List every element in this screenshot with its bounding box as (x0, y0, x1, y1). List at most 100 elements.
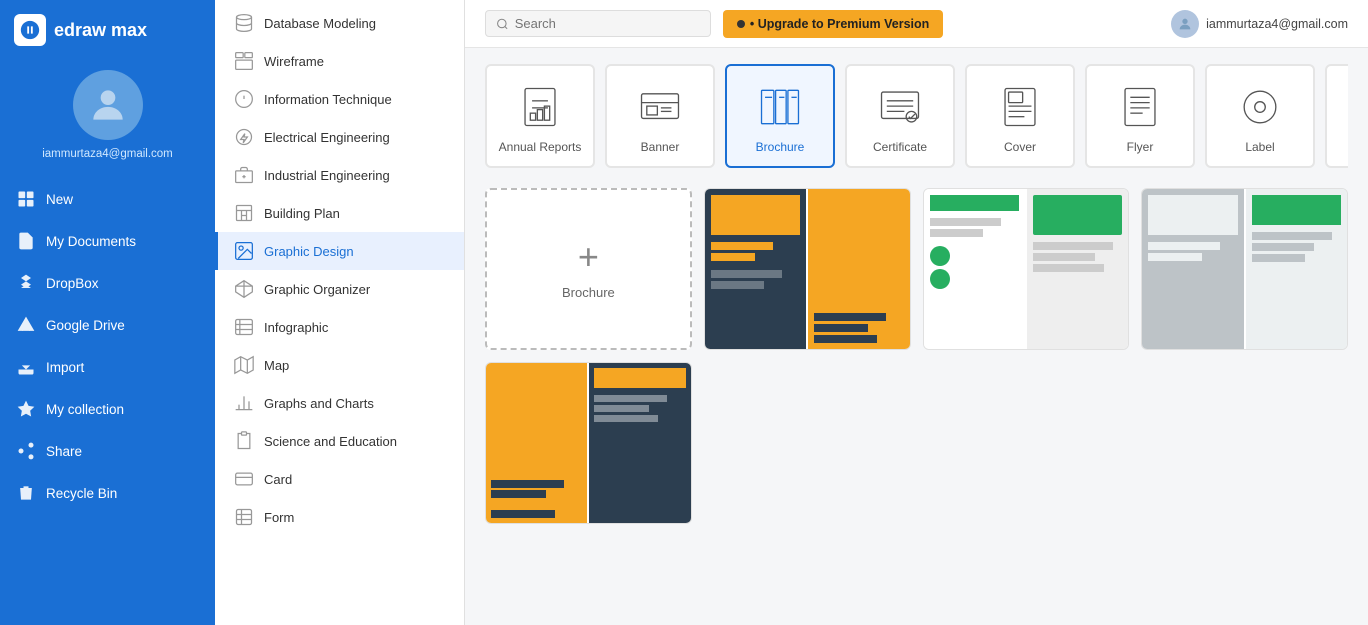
electrical-icon (234, 127, 254, 147)
cover-tile-label: Cover (1004, 140, 1036, 154)
middle-item-infographic[interactable]: Infographic (215, 308, 464, 346)
brochure-tile-label: Brochure (756, 140, 805, 154)
industrial-icon (234, 165, 254, 185)
category-tile-flyer[interactable]: Flyer (1085, 64, 1195, 168)
sidebar-item-my-documents-label: My Documents (46, 234, 136, 249)
app-logo: edraw max (0, 0, 215, 60)
middle-item-science-and-education-label: Science and Education (264, 434, 397, 449)
database-icon (234, 13, 254, 33)
middle-item-building-plan-label: Building Plan (264, 206, 340, 221)
template-card-2[interactable] (923, 188, 1130, 350)
template-card-1[interactable] (704, 188, 911, 350)
sidebar-item-import-label: Import (46, 360, 84, 375)
middle-item-graphic-design[interactable]: Graphic Design (215, 232, 464, 270)
sidebar-item-my-collection-label: My collection (46, 402, 124, 417)
upgrade-label: • Upgrade to Premium Version (750, 17, 929, 31)
template-card-3[interactable] (1141, 188, 1348, 350)
middle-item-graphic-organizer[interactable]: Graphic Organizer (215, 270, 464, 308)
info-technique-icon (234, 89, 254, 109)
category-tile-banner[interactable]: Banner (605, 64, 715, 168)
annual-reports-tile-icon (515, 82, 565, 132)
form-icon (234, 507, 254, 527)
flyer-tile-label: Flyer (1127, 140, 1154, 154)
certificate-tile-label: Certificate (873, 140, 927, 154)
category-tile-label[interactable]: Label (1205, 64, 1315, 168)
sidebar-email: iammurtaza4@gmail.com (42, 148, 173, 160)
content-area: Annual Reports Banner Brochure (465, 48, 1368, 625)
sidebar-item-recycle-bin[interactable]: Recycle Bin (0, 472, 215, 514)
sidebar-item-google-drive[interactable]: Google Drive (0, 304, 215, 346)
sidebar-item-import[interactable]: Import (0, 346, 215, 388)
middle-item-electrical-engineering[interactable]: Electrical Engineering (215, 118, 464, 156)
top-header: • Upgrade to Premium Version iammurtaza4… (465, 0, 1368, 48)
middle-item-card[interactable]: Card (215, 460, 464, 498)
category-tile-brochure[interactable]: Brochure (725, 64, 835, 168)
sidebar: edraw max iammurtaza4@gmail.com New My D… (0, 0, 215, 625)
sidebar-item-google-drive-label: Google Drive (46, 318, 125, 333)
sidebar-nav: New My Documents DropBox Google Drive Im… (0, 174, 215, 518)
graphic-design-icon (234, 241, 254, 261)
share-icon (16, 441, 36, 461)
dropbox-icon (16, 273, 36, 293)
sidebar-item-dropbox-label: DropBox (46, 276, 99, 291)
user-profile: iammurtaza4@gmail.com (0, 60, 215, 174)
category-tile-magazines[interactable]: Magazines (1325, 64, 1348, 168)
middle-item-map-label: Map (264, 358, 289, 373)
middle-item-database-modeling[interactable]: Database Modeling (215, 4, 464, 42)
middle-item-electrical-engineering-label: Electrical Engineering (264, 130, 390, 145)
flyer-tile-icon (1115, 82, 1165, 132)
user-avatar-small (1171, 10, 1199, 38)
middle-item-industrial-engineering[interactable]: Industrial Engineering (215, 156, 464, 194)
category-tile-cover[interactable]: Cover (965, 64, 1075, 168)
middle-item-graphic-design-label: Graphic Design (264, 244, 354, 259)
sidebar-item-my-documents[interactable]: My Documents (0, 220, 215, 262)
sidebar-item-my-collection[interactable]: My collection (0, 388, 215, 430)
middle-item-card-label: Card (264, 472, 292, 487)
recycle-icon (16, 483, 36, 503)
category-tile-certificate[interactable]: Certificate (845, 64, 955, 168)
charts-icon (234, 393, 254, 413)
category-list: Database Modeling Wireframe Information … (215, 0, 464, 540)
sidebar-item-share-label: Share (46, 444, 82, 459)
template-preview-2 (924, 189, 1129, 349)
brochure-tile-icon (755, 82, 805, 132)
search-bar[interactable] (485, 10, 711, 37)
card-icon (234, 469, 254, 489)
banner-tile-icon (635, 82, 685, 132)
sidebar-item-new[interactable]: New (0, 178, 215, 220)
middle-item-database-modeling-label: Database Modeling (264, 16, 376, 31)
middle-item-building-plan[interactable]: Building Plan (215, 194, 464, 232)
middle-item-wireframe-label: Wireframe (264, 54, 324, 69)
sidebar-item-share[interactable]: Share (0, 430, 215, 472)
middle-item-information-technique[interactable]: Information Technique (215, 80, 464, 118)
search-input[interactable] (515, 16, 700, 31)
template-preview-1 (705, 189, 910, 349)
search-icon (496, 17, 509, 31)
middle-item-information-technique-label: Information Technique (264, 92, 392, 107)
map-icon (234, 355, 254, 375)
graphic-organizer-icon (234, 279, 254, 299)
label-tile-label: Label (1245, 140, 1274, 154)
main-content: • Upgrade to Premium Version iammurtaza4… (465, 0, 1368, 625)
science-icon (234, 431, 254, 451)
middle-item-form[interactable]: Form (215, 498, 464, 536)
new-brochure-card[interactable]: + Brochure (485, 188, 692, 350)
sidebar-item-dropbox[interactable]: DropBox (0, 262, 215, 304)
category-tile-annual-reports[interactable]: Annual Reports (485, 64, 595, 168)
template-preview-3 (1142, 189, 1347, 349)
middle-item-graphs-and-charts[interactable]: Graphs and Charts (215, 384, 464, 422)
middle-item-map[interactable]: Map (215, 346, 464, 384)
upgrade-button[interactable]: • Upgrade to Premium Version (723, 10, 943, 38)
wireframe-icon (234, 51, 254, 71)
new-plus-icon: + (578, 239, 599, 275)
label-tile-icon (1235, 82, 1285, 132)
middle-panel: Database Modeling Wireframe Information … (215, 0, 465, 625)
middle-item-science-and-education[interactable]: Science and Education (215, 422, 464, 460)
middle-item-industrial-engineering-label: Industrial Engineering (264, 168, 390, 183)
cover-tile-icon (995, 82, 1045, 132)
sidebar-item-new-label: New (46, 192, 73, 207)
middle-item-wireframe[interactable]: Wireframe (215, 42, 464, 80)
template-card-4[interactable] (485, 362, 692, 524)
middle-item-graphs-and-charts-label: Graphs and Charts (264, 396, 374, 411)
certificate-tile-icon (875, 82, 925, 132)
